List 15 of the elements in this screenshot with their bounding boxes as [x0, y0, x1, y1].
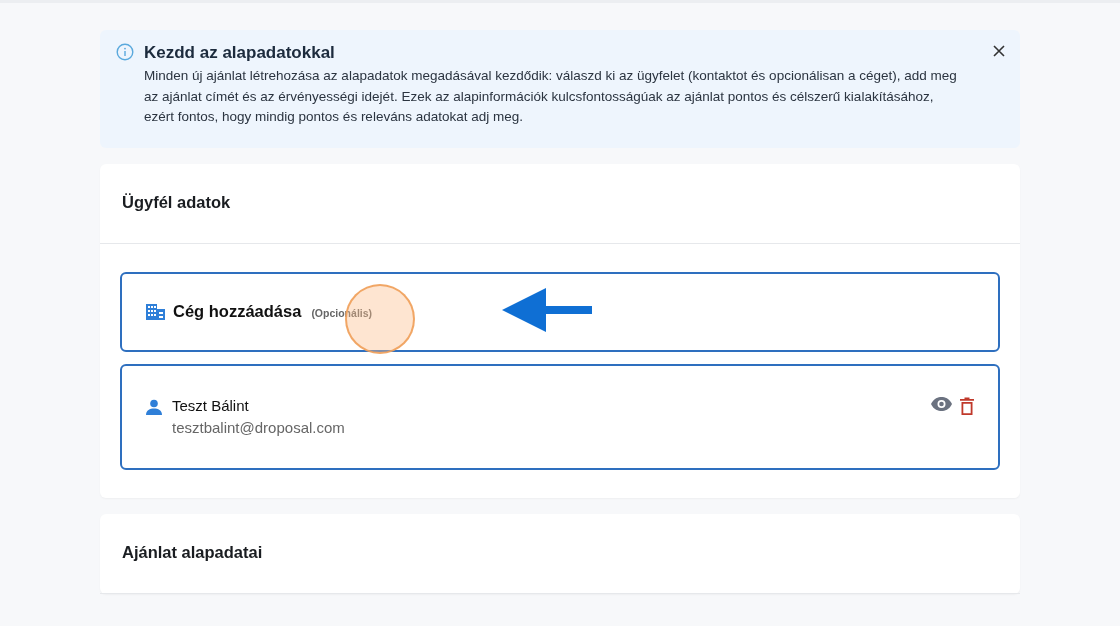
alert-title: Kezdd az alapadatokkal	[144, 43, 335, 63]
section-title: Ügyfél adatok	[100, 163, 1020, 244]
section-title: Ajánlat alapadatai	[100, 513, 1020, 594]
view-button[interactable]	[931, 396, 952, 411]
contact-name: Teszt Bálint	[172, 396, 250, 414]
person-icon	[146, 398, 162, 415]
delete-button[interactable]	[960, 396, 974, 415]
close-icon	[992, 44, 1006, 58]
eye-icon	[931, 396, 952, 411]
info-icon	[116, 43, 134, 61]
building-icon	[146, 303, 165, 320]
contact-email: tesztbalint@droposal.com	[172, 418, 346, 436]
trash-icon	[960, 396, 974, 415]
alert-message: Minden új ajánlat létrehozása az alapadatok megadásával kezdődik: válaszd ki az ügyfelet (kontaktot és opcionálisan a céget), add meg az ajánlat címét és az érvényességi idejét. Ezek az alapinformációk kulcsfontosságúak az ajánlat pontos és célszerű kialakításához, ezért fontos, hogy mindig pontos és releváns adatokat adj meg.	[144, 67, 958, 126]
arrow-icon	[502, 287, 594, 332]
